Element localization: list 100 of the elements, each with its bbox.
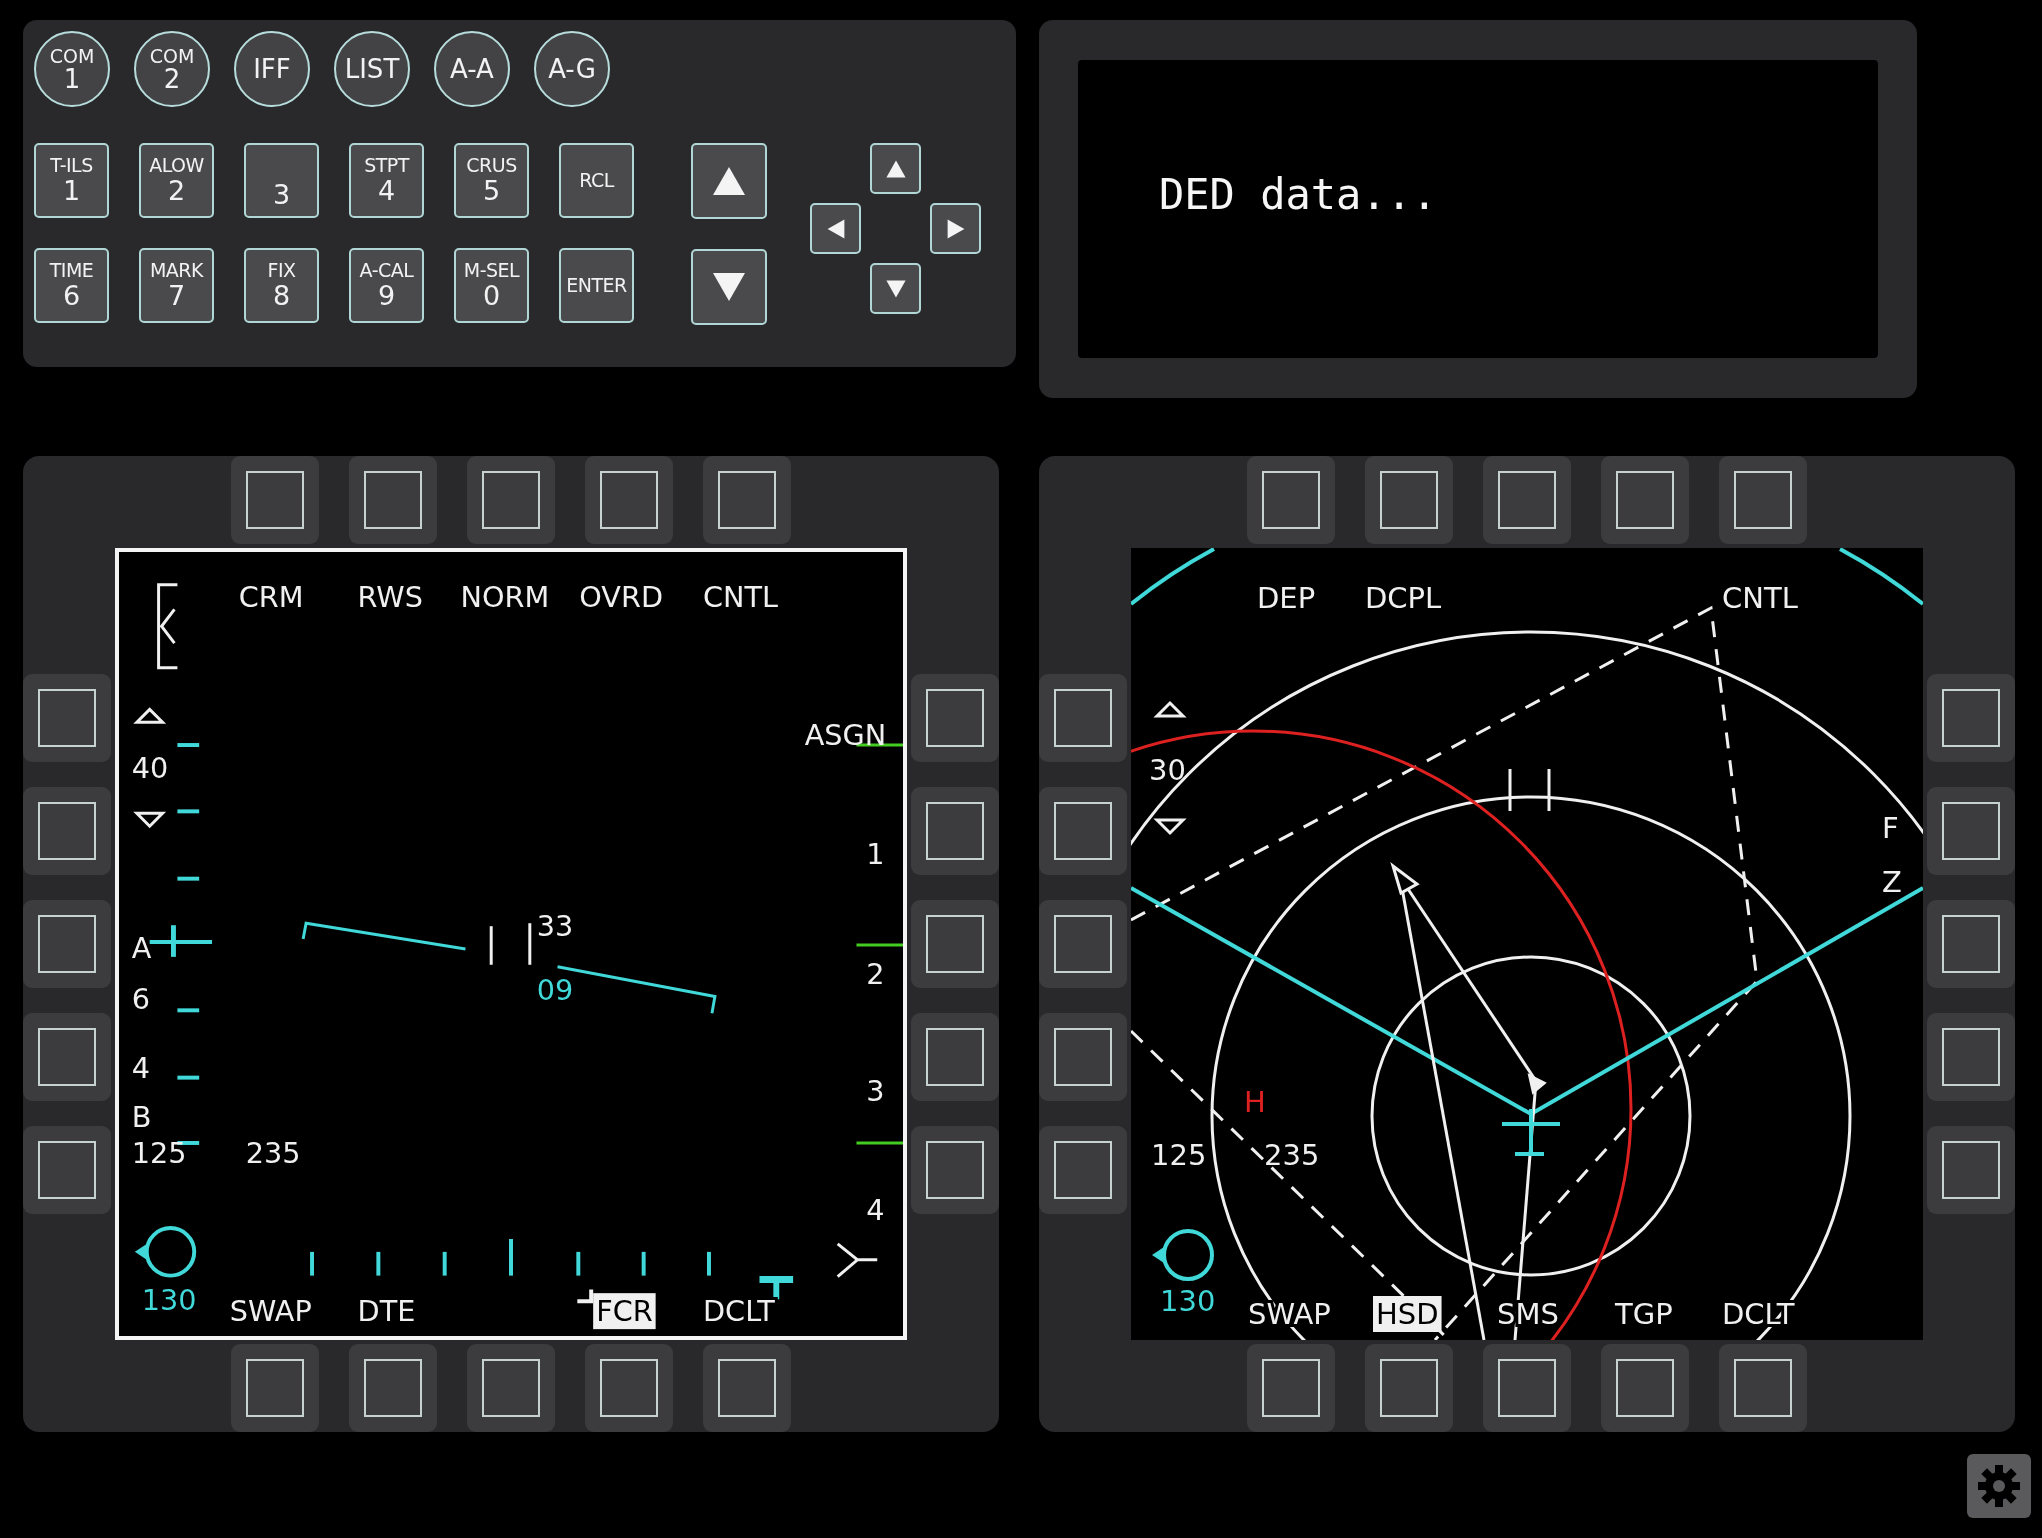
- mode-label: NORM: [460, 580, 550, 615]
- bezel-button[interactable]: [1039, 1013, 1127, 1101]
- bezel-button[interactable]: [1483, 1344, 1571, 1432]
- readout-text: A: [131, 930, 152, 965]
- round-key[interactable]: A-G: [534, 31, 610, 107]
- up-arrow-button[interactable]: [691, 143, 767, 219]
- page-label: TGP: [1615, 1297, 1673, 1331]
- readout-text: 6: [131, 982, 151, 1017]
- bezel-button[interactable]: [1601, 456, 1689, 544]
- bezel-button[interactable]: [349, 1344, 437, 1432]
- bezel-button[interactable]: [23, 674, 111, 762]
- readout-text: 3: [866, 1074, 885, 1109]
- display-text: DED data...: [1159, 170, 1439, 219]
- keypad-key[interactable]: T-ILS 1: [34, 143, 109, 218]
- bezel-button[interactable]: [911, 1013, 999, 1101]
- antenna-marker-icon: [489, 923, 532, 965]
- bezel-button[interactable]: [1483, 456, 1571, 544]
- round-key[interactable]: A-A: [434, 31, 510, 107]
- keypad-key[interactable]: A-CAL 9: [349, 248, 424, 323]
- keypad-key[interactable]: ALOW 2: [139, 143, 214, 218]
- bezel-button[interactable]: [1927, 787, 2015, 875]
- readout-text: 125: [131, 1135, 187, 1170]
- keypad-key[interactable]: ENTER: [559, 248, 634, 323]
- mode-label: DCPL: [1365, 581, 1442, 615]
- mode-label: CNTL: [703, 580, 779, 615]
- bezel-button[interactable]: [23, 1013, 111, 1101]
- bezel-button[interactable]: [911, 900, 999, 988]
- bezel-button[interactable]: [911, 787, 999, 875]
- bezel-button[interactable]: [23, 900, 111, 988]
- up-triangle-icon: [1153, 700, 1187, 718]
- pointer-mark-icon: [577, 1289, 594, 1304]
- bezel-button[interactable]: [349, 456, 437, 544]
- round-key[interactable]: LIST: [334, 31, 410, 107]
- readout-text: F: [1882, 811, 1899, 845]
- circle-marker-icon: [1152, 1229, 1214, 1281]
- bezel-button[interactable]: [585, 1344, 673, 1432]
- readout-text: 40: [131, 750, 169, 785]
- bezel-button[interactable]: [1039, 900, 1127, 988]
- bezel-button[interactable]: [911, 674, 999, 762]
- keypad-key[interactable]: TIME 6: [34, 248, 109, 323]
- bezel-button[interactable]: [703, 456, 791, 544]
- bezel-button[interactable]: [467, 456, 555, 544]
- bezel-button[interactable]: [1039, 1126, 1127, 1214]
- bezel-button[interactable]: [1719, 456, 1807, 544]
- bezel-button[interactable]: [1927, 674, 2015, 762]
- bezel-button[interactable]: [1927, 1126, 2015, 1214]
- keypad-key[interactable]: 3: [244, 143, 319, 218]
- keypad-key[interactable]: STPT 4: [349, 143, 424, 218]
- down-triangle-icon: [133, 811, 167, 829]
- readout-text: 1: [866, 836, 885, 871]
- bezel-button[interactable]: [467, 1344, 555, 1432]
- readout-text: 130: [1160, 1284, 1216, 1318]
- bezel-button[interactable]: [1601, 1344, 1689, 1432]
- round-key[interactable]: COM 1: [34, 31, 110, 107]
- keypad-key[interactable]: RCL: [559, 143, 634, 218]
- bezel-button[interactable]: [703, 1344, 791, 1432]
- settings-button[interactable]: [1967, 1454, 2031, 1518]
- readout-text: 130: [141, 1283, 197, 1318]
- down-arrow-button[interactable]: [870, 263, 921, 314]
- bezel-button[interactable]: [1927, 900, 2015, 988]
- bezel-button[interactable]: [1039, 787, 1127, 875]
- right-arrow-button[interactable]: [930, 203, 981, 254]
- keypad-key[interactable]: M-SEL 0: [454, 248, 529, 323]
- down-arrow-button[interactable]: [691, 249, 767, 325]
- page-label: FCR: [593, 1293, 656, 1330]
- bezel-button[interactable]: [231, 456, 319, 544]
- readout-text: 235: [1264, 1138, 1320, 1172]
- mode-label: DEP: [1257, 581, 1316, 615]
- bezel-button[interactable]: [1365, 456, 1453, 544]
- up-arrow-button[interactable]: [870, 143, 921, 194]
- round-key[interactable]: IFF: [234, 31, 310, 107]
- bezel-button[interactable]: [911, 1126, 999, 1214]
- bezel-button[interactable]: [231, 1344, 319, 1432]
- bezel-button[interactable]: [1247, 456, 1335, 544]
- page-label: DTE: [357, 1294, 416, 1329]
- readout-text: ASGN: [804, 718, 887, 753]
- readout-text: 235: [245, 1135, 301, 1170]
- bezel-button[interactable]: [1039, 674, 1127, 762]
- mode-label: RWS: [357, 580, 423, 615]
- bezel-button[interactable]: [23, 787, 111, 875]
- readout-text: H: [1244, 1085, 1266, 1119]
- bezel-button[interactable]: [585, 456, 673, 544]
- readout-text: B: [131, 1100, 152, 1135]
- bezel-button[interactable]: [1247, 1344, 1335, 1432]
- bezel-button[interactable]: [23, 1126, 111, 1214]
- bezel-button[interactable]: [1365, 1344, 1453, 1432]
- circle-marker-icon: [134, 1226, 197, 1278]
- bezel-button[interactable]: [1927, 1013, 2015, 1101]
- bezel-button[interactable]: [1719, 1344, 1807, 1432]
- bracket-icon: [157, 583, 179, 670]
- mode-label: OVRD: [579, 580, 664, 615]
- keypad-key[interactable]: FIX 8: [244, 248, 319, 323]
- left-arrow-button[interactable]: [810, 203, 861, 254]
- round-key[interactable]: COM 2: [134, 31, 210, 107]
- readout-text: Z: [1882, 865, 1902, 899]
- keypad-key[interactable]: CRUS 5: [454, 143, 529, 218]
- page-label: HSD: [1373, 1296, 1442, 1332]
- readout-text: 2: [866, 956, 885, 991]
- fork-icon: [836, 1242, 879, 1279]
- keypad-key[interactable]: MARK 7: [139, 248, 214, 323]
